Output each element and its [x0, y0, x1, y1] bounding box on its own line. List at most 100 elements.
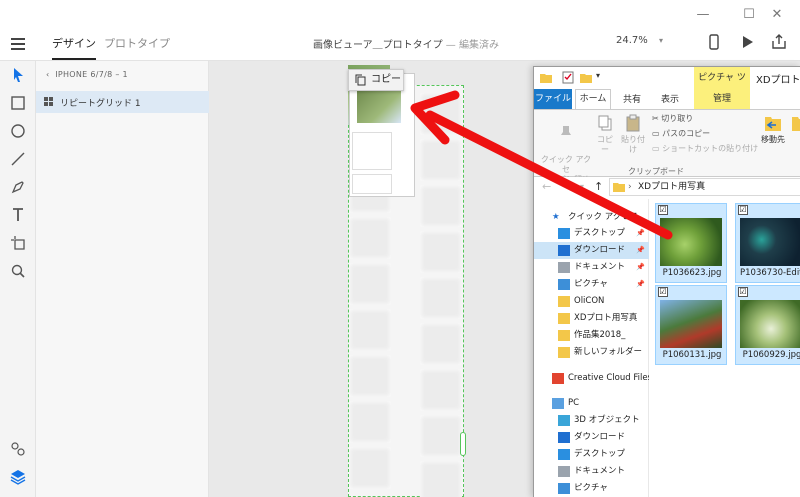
layers-icon[interactable] — [8, 467, 28, 487]
nav-item[interactable]: 3D オブジェクト — [534, 412, 649, 429]
grid-cell[interactable] — [420, 277, 462, 319]
assets-icon[interactable] — [8, 439, 28, 459]
grid-cell[interactable] — [420, 231, 462, 273]
qat-dropdown-icon[interactable]: ▾ — [596, 71, 600, 80]
pen-icon[interactable] — [8, 177, 28, 197]
nav-item[interactable]: ドキュメント — [534, 463, 649, 480]
grid-cell[interactable] — [349, 355, 391, 397]
menu-icon[interactable] — [11, 38, 25, 50]
nav-item-label: XDプロト用写真 — [574, 313, 638, 323]
paste-shortcut-button[interactable]: ▭ ショートカットの貼り付け — [652, 143, 758, 154]
file-item[interactable]: ☑ P1060131.jpg — [655, 285, 727, 365]
nav-item[interactable]: ★ クイック アクセス — [534, 209, 649, 226]
copy-to-icon[interactable] — [792, 114, 800, 132]
grid-cell[interactable] — [420, 415, 462, 457]
address-box[interactable]: › XDプロト用写真 — [609, 178, 800, 196]
tab-manage[interactable]: 管理 — [694, 89, 750, 109]
close-button[interactable]: ✕ — [768, 6, 786, 24]
tab-home[interactable]: ホーム — [575, 89, 611, 110]
artboard-breadcrumb[interactable]: ‹ IPHONE 6/7/8 – 1 — [46, 70, 128, 79]
photo-thumbnail — [660, 218, 722, 266]
nav-item[interactable]: 新しいフォルダー — [534, 344, 649, 361]
text-icon[interactable] — [8, 205, 28, 225]
nav-item[interactable]: デスクトップ 📌 — [534, 225, 649, 242]
pin-icon[interactable]: 📌 — [636, 225, 645, 242]
tab-view[interactable]: 表示 — [661, 92, 679, 105]
share-icon[interactable] — [770, 33, 788, 51]
nav-item[interactable]: 作品集2018_ — [534, 327, 649, 344]
grid-cell[interactable] — [420, 139, 462, 181]
up-arrow-icon[interactable]: ↑ — [594, 180, 603, 193]
pin-icon[interactable]: 📌 — [636, 276, 645, 293]
copy-path-button[interactable]: ▭ パスのコピー — [652, 128, 710, 139]
move-to-button[interactable]: 移動先 — [756, 114, 790, 145]
forward-arrow-icon[interactable]: → — [562, 180, 571, 193]
paste-button[interactable]: 貼り付け — [618, 114, 648, 155]
nav-item[interactable]: ダウンロード 📌 — [534, 242, 649, 259]
pin-icon[interactable]: 📌 — [636, 259, 645, 276]
nav-item[interactable]: ダウンロード — [534, 429, 649, 446]
zoom-level[interactable]: 24.7% — [616, 35, 648, 46]
grid-cell[interactable] — [349, 263, 391, 305]
pin-to-quick-access-button[interactable]: クイック アクセ スにピン留め — [538, 114, 594, 185]
back-arrow-icon[interactable]: ← — [542, 180, 551, 193]
grid-cell[interactable] — [420, 461, 462, 497]
artboard-icon[interactable] — [8, 233, 28, 253]
zoom-icon[interactable] — [8, 261, 28, 281]
play-icon[interactable] — [738, 33, 756, 51]
tab-file[interactable]: ファイル — [534, 89, 572, 109]
ellipse-icon[interactable] — [8, 121, 28, 141]
layer-item-repeat-grid[interactable]: リピートグリッド 1 — [36, 91, 209, 113]
file-name: P1060131.jpg — [662, 350, 722, 360]
grid-cell[interactable] — [420, 185, 462, 227]
selection-checkbox[interactable]: ☑ — [658, 287, 668, 297]
nav-item[interactable]: ドキュメント 📌 — [534, 259, 649, 276]
pictures-icon — [558, 279, 570, 290]
tab-prototype[interactable]: プロトタイプ — [104, 35, 170, 51]
zoom-dropdown-icon[interactable]: ▾ — [659, 36, 663, 45]
line-icon[interactable] — [8, 149, 28, 169]
address-path[interactable]: XDプロト用写真 — [638, 182, 705, 192]
rectangle-icon[interactable] — [8, 93, 28, 113]
tab-share[interactable]: 共有 — [623, 92, 641, 105]
grid-cell[interactable] — [420, 369, 462, 411]
grid-cell[interactable] — [349, 447, 391, 489]
explorer-window-title: XDプロト用写真 — [756, 75, 800, 86]
grid-cell[interactable] — [349, 401, 391, 443]
file-item[interactable]: ☑ P1060929.jpg — [735, 285, 800, 365]
nav-item[interactable]: Creative Cloud Files — [534, 370, 652, 387]
cut-button[interactable]: ✂ 切り取り — [652, 113, 693, 124]
select-icon[interactable] — [8, 65, 28, 85]
nav-item[interactable]: PC — [534, 395, 649, 412]
properties-icon[interactable] — [562, 71, 574, 84]
file-item[interactable]: ☑ P1036730-Edit.tif — [735, 203, 800, 283]
new-folder-icon[interactable] — [580, 72, 592, 84]
nav-item[interactable]: ピクチャ 📌 — [534, 276, 649, 293]
file-item[interactable]: ☑ P1036623.jpg — [655, 203, 727, 283]
folder-icon — [558, 313, 570, 324]
grid-cell[interactable] — [420, 93, 462, 135]
tab-design[interactable]: デザイン — [52, 35, 96, 60]
folder-icon — [613, 183, 625, 192]
maximize-button[interactable]: ☐ — [740, 6, 758, 24]
nav-item[interactable]: ピクチャ — [534, 480, 649, 497]
selection-checkbox[interactable]: ☑ — [738, 205, 748, 215]
nav-item[interactable]: OliCON — [534, 293, 649, 310]
minimize-button[interactable]: — — [694, 6, 712, 24]
file-list: ☑ P1036623.jpg ☑ P1036730-Edit.tif ☑ P10… — [649, 199, 800, 497]
grid-cell[interactable] — [349, 217, 391, 259]
selection-checkbox[interactable]: ☑ — [658, 205, 668, 215]
selection-checkbox[interactable]: ☑ — [738, 287, 748, 297]
nav-item[interactable]: デスクトップ — [534, 446, 649, 463]
grid-cell[interactable] — [349, 309, 391, 351]
pin-icon — [561, 126, 571, 141]
artboard-name: IPHONE 6/7/8 – 1 — [55, 70, 128, 79]
recent-dropdown-icon[interactable]: ▾ — [580, 182, 584, 191]
grid-cell[interactable] — [420, 323, 462, 365]
copy-button[interactable]: コピー — [594, 114, 616, 155]
pin-icon[interactable]: 📌 — [636, 242, 645, 259]
device-preview-icon[interactable] — [705, 33, 723, 51]
nav-item[interactable]: XDプロト用写真 — [534, 310, 649, 327]
back-chevron-icon[interactable]: ‹ — [46, 70, 55, 79]
grid-resize-handle[interactable] — [460, 432, 466, 456]
